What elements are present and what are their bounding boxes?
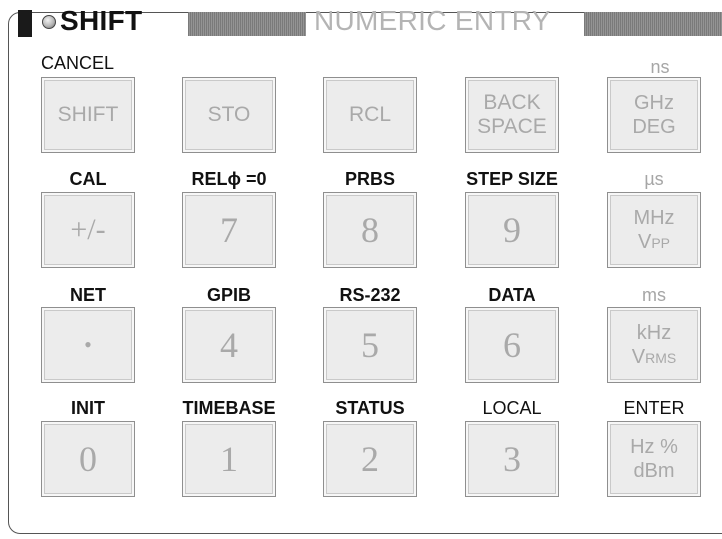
mhz-vpp-key[interactable]: MHz VPP	[607, 192, 701, 268]
label-ns: ns	[650, 57, 670, 77]
label-rel-phase-zero: RELϕ =0	[191, 169, 267, 189]
shift-key[interactable]: SHIFT	[41, 77, 135, 153]
label-init: INIT	[71, 398, 105, 418]
shift-title: SHIFT	[60, 5, 143, 36]
label-net: NET	[70, 285, 106, 305]
rcl-key[interactable]: RCL	[323, 77, 417, 153]
digit-8-key[interactable]: 8	[323, 192, 417, 268]
hz-percent-dbm-key[interactable]: Hz % dBm	[607, 421, 701, 497]
label-enter: ENTER	[623, 398, 685, 418]
digit-5-key[interactable]: 5	[323, 307, 417, 383]
digit-2-key[interactable]: 2	[323, 421, 417, 497]
header-bar-left	[188, 12, 306, 36]
backspace-key[interactable]: BACK SPACE	[465, 77, 559, 153]
header-bar-right	[584, 12, 722, 36]
sto-key[interactable]: STO	[182, 77, 276, 153]
label-gpib: GPIB	[206, 285, 251, 305]
label-cal: CAL	[69, 169, 107, 189]
label-step-size: STEP SIZE	[466, 169, 558, 189]
shift-indicator-led-icon	[42, 15, 56, 29]
digit-1-key[interactable]: 1	[182, 421, 276, 497]
label-cancel: CANCEL	[41, 53, 115, 73]
digit-3-key[interactable]: 3	[465, 421, 559, 497]
numeric-entry-panel: SHIFT NUMERIC ENTRY CANCEL ns SHIFT STO …	[0, 0, 722, 539]
label-status: STATUS	[335, 398, 405, 418]
digit-0-key[interactable]: 0	[41, 421, 135, 497]
digit-9-key[interactable]: 9	[465, 192, 559, 268]
ghz-deg-key[interactable]: GHz DEG	[607, 77, 701, 153]
label-us: µs	[644, 169, 664, 189]
section-title: NUMERIC ENTRY	[314, 5, 551, 36]
decimal-point-key[interactable]: •	[41, 307, 135, 383]
digit-6-key[interactable]: 6	[465, 307, 559, 383]
header-cap	[18, 10, 32, 37]
label-local: LOCAL	[482, 398, 542, 418]
label-data: DATA	[488, 285, 536, 305]
label-timebase: TIMEBASE	[182, 398, 276, 418]
label-rs232: RS-232	[339, 285, 401, 305]
label-prbs: PRBS	[344, 169, 395, 189]
digit-4-key[interactable]: 4	[182, 307, 276, 383]
khz-vrms-key[interactable]: kHz VRMS	[607, 307, 701, 383]
label-ms: ms	[642, 285, 666, 305]
plus-minus-key[interactable]: +/-	[41, 192, 135, 268]
digit-7-key[interactable]: 7	[182, 192, 276, 268]
